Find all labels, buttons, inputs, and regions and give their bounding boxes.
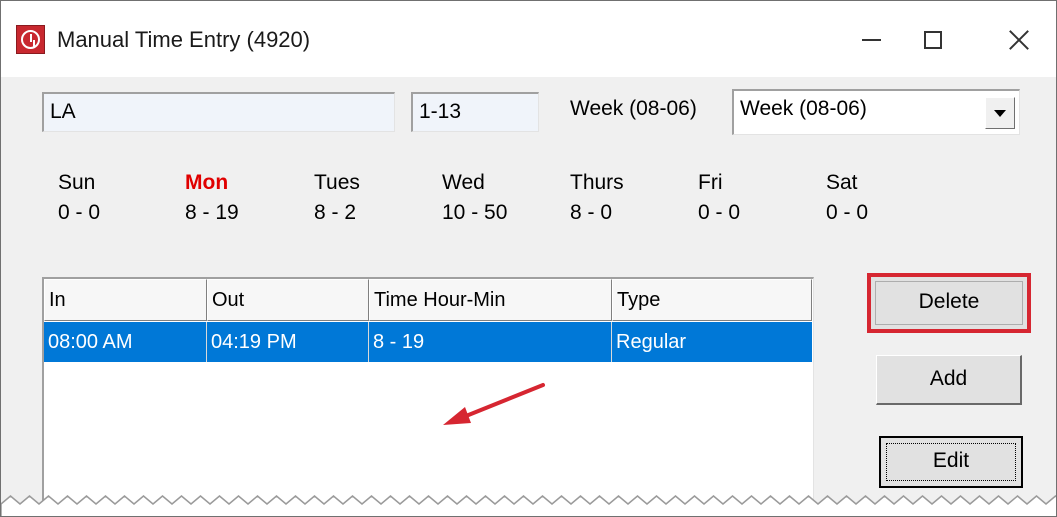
day-summary-mon: Mon 8 - 19 (185, 171, 239, 227)
delete-button[interactable]: Delete (867, 273, 1031, 333)
delete-button-label: Delete (918, 290, 980, 313)
annotation-arrow-icon (443, 383, 545, 425)
day-summary-thurs: Thurs 8 - 0 (570, 171, 624, 227)
cell-out: 04:19 PM (207, 322, 369, 362)
day-name: Thurs (570, 171, 624, 194)
cell-in: 08:00 AM (44, 322, 207, 362)
title-bar[interactable]: Manual Time Entry (4920) (1, 1, 1056, 77)
clock-app-icon (16, 25, 45, 54)
edit-button[interactable]: Edit (879, 436, 1023, 488)
torn-edge (1, 495, 1056, 516)
day-hours: 0 - 0 (826, 201, 869, 224)
window-title: Manual Time Entry (4920) (57, 27, 311, 52)
manual-time-entry-window: Manual Time Entry (4920) LA 1-13 Week (0… (0, 0, 1057, 517)
cell-type: Regular (616, 331, 687, 353)
column-header-out[interactable]: Out (207, 279, 369, 321)
employee-code-field[interactable]: 1-13 (411, 92, 539, 132)
day-name: Sat (826, 171, 858, 194)
week-select[interactable]: Week (08-06) (732, 89, 1020, 135)
day-summary-fri: Fri 0 - 0 (698, 171, 740, 227)
table-row[interactable]: 08:00 AM 04:19 PM 8 - 19 Regular (44, 322, 812, 362)
day-name: Wed (442, 171, 485, 194)
list-header: In Out Time Hour-Min Type (44, 279, 814, 321)
cell-time: 8 - 19 (369, 322, 612, 362)
maximize-icon (924, 31, 942, 49)
day-hours: 10 - 50 (442, 201, 508, 224)
dropdown-button[interactable] (985, 97, 1015, 129)
day-summary-wed: Wed 10 - 50 (442, 171, 507, 227)
day-hours: 0 - 0 (58, 201, 101, 224)
edit-button-label: Edit (932, 449, 970, 472)
maximize-button[interactable] (901, 15, 965, 65)
employee-name-field[interactable]: LA (42, 92, 395, 132)
day-summary-sat: Sat 0 - 0 (826, 171, 868, 227)
day-hours: 0 - 0 (698, 201, 741, 224)
day-name: Tues (314, 171, 360, 194)
dialog-body: LA 1-13 Week (08-06) Week (08-06) Sun 0 … (1, 77, 1056, 516)
minimize-icon (861, 39, 881, 41)
minimize-button[interactable] (839, 15, 903, 65)
week-select-value: Week (08-06) (740, 97, 867, 120)
week-label: Week (08-06) (570, 97, 697, 120)
day-hours: 8 - 19 (185, 201, 239, 224)
day-name: Sun (58, 171, 96, 194)
close-icon (1008, 29, 1030, 51)
day-hours: 8 - 2 (314, 201, 357, 224)
day-name: Fri (698, 171, 723, 194)
add-button[interactable]: Add (876, 355, 1022, 405)
chevron-down-icon (994, 109, 1006, 117)
day-hours: 8 - 0 (570, 201, 613, 224)
day-summary-tues: Tues 8 - 2 (314, 171, 360, 227)
close-button[interactable] (987, 15, 1051, 65)
column-header-type[interactable]: Type (612, 279, 812, 321)
day-name: Mon (185, 171, 229, 194)
day-summary-sun: Sun 0 - 0 (58, 171, 100, 227)
add-button-label: Add (929, 367, 968, 390)
column-header-in[interactable]: In (44, 279, 207, 321)
column-header-time[interactable]: Time Hour-Min (369, 279, 612, 321)
